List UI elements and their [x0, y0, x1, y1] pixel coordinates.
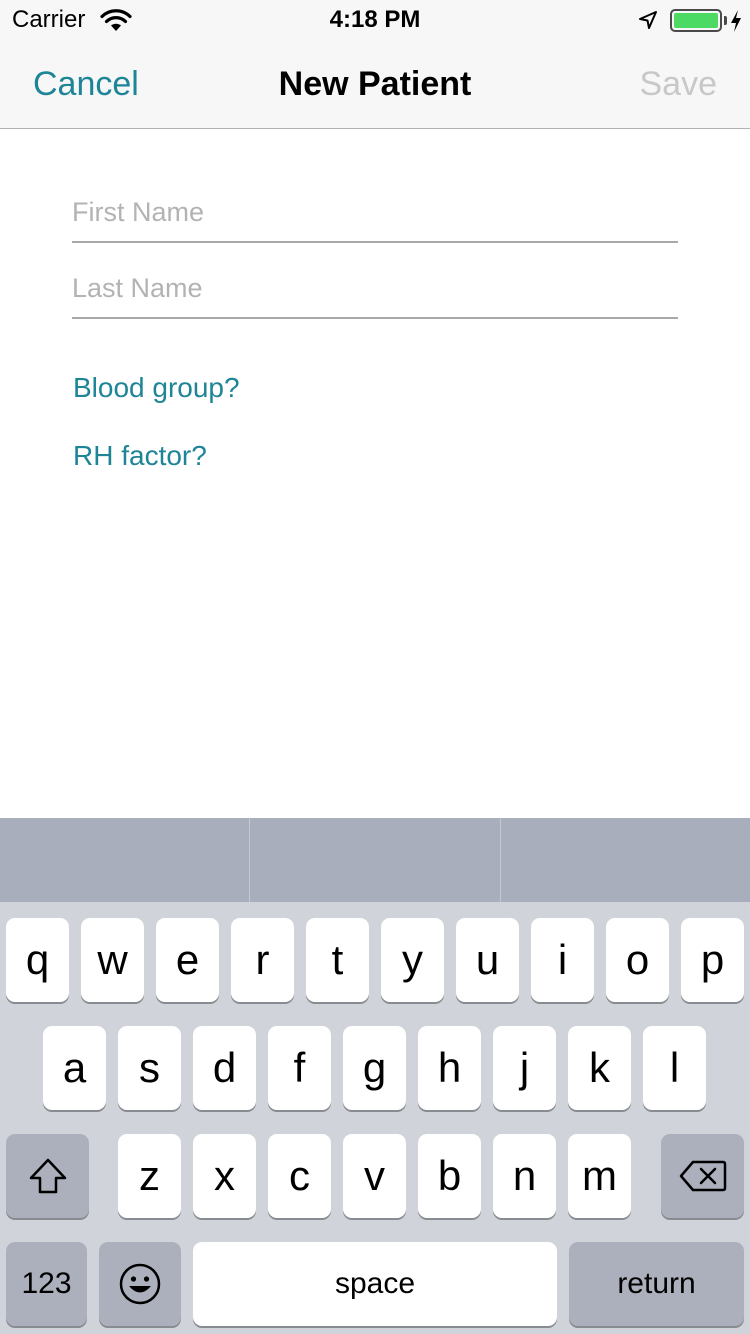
key-i[interactable]: i — [531, 918, 594, 1002]
save-button[interactable]: Save — [640, 65, 718, 104]
shift-icon — [29, 1158, 66, 1194]
battery-level — [674, 13, 718, 28]
key-r[interactable]: r — [231, 918, 294, 1002]
predictive-divider — [249, 818, 250, 902]
predictive-divider — [500, 818, 501, 902]
emoji-key[interactable] — [99, 1242, 181, 1326]
key-u[interactable]: u — [456, 918, 519, 1002]
emoji-icon — [119, 1263, 161, 1305]
key-c[interactable]: c — [268, 1134, 331, 1218]
key-o[interactable]: o — [606, 918, 669, 1002]
key-n[interactable]: n — [493, 1134, 556, 1218]
key-m[interactable]: m — [568, 1134, 631, 1218]
backspace-icon — [679, 1160, 726, 1192]
first-name-field[interactable] — [72, 183, 678, 243]
shift-key[interactable] — [6, 1134, 89, 1218]
key-l[interactable]: l — [643, 1026, 706, 1110]
battery-icon — [670, 9, 722, 32]
numbers-key[interactable]: 123 — [6, 1242, 87, 1326]
navigation-bar: Cancel New Patient Save — [0, 40, 750, 129]
status-bar: Carrier 4:18 PM — [0, 0, 750, 40]
return-key[interactable]: return — [569, 1242, 744, 1326]
key-j[interactable]: j — [493, 1026, 556, 1110]
key-a[interactable]: a — [43, 1026, 106, 1110]
rh-factor-button[interactable]: RH factor? — [73, 440, 207, 472]
key-p[interactable]: p — [681, 918, 744, 1002]
key-x[interactable]: x — [193, 1134, 256, 1218]
predictive-bar — [0, 818, 750, 902]
key-e[interactable]: e — [156, 918, 219, 1002]
location-arrow-icon — [639, 11, 657, 29]
last-name-field[interactable] — [72, 259, 678, 319]
key-k[interactable]: k — [568, 1026, 631, 1110]
key-z[interactable]: z — [118, 1134, 181, 1218]
battery-tip — [724, 16, 727, 25]
key-t[interactable]: t — [306, 918, 369, 1002]
key-w[interactable]: w — [81, 918, 144, 1002]
key-s[interactable]: s — [118, 1026, 181, 1110]
key-v[interactable]: v — [343, 1134, 406, 1218]
key-q[interactable]: q — [6, 918, 69, 1002]
page-title: New Patient — [278, 65, 472, 103]
key-g[interactable]: g — [343, 1026, 406, 1110]
key-h[interactable]: h — [418, 1026, 481, 1110]
keyboard: q w e r t y u i o p a s d f g h j k l z … — [0, 818, 750, 1334]
charging-bolt-icon — [731, 10, 741, 32]
first-name-input[interactable] — [72, 183, 678, 241]
last-name-input[interactable] — [72, 259, 678, 317]
space-key[interactable]: space — [193, 1242, 557, 1326]
key-b[interactable]: b — [418, 1134, 481, 1218]
key-f[interactable]: f — [268, 1026, 331, 1110]
backspace-key[interactable] — [661, 1134, 744, 1218]
key-d[interactable]: d — [193, 1026, 256, 1110]
key-y[interactable]: y — [381, 918, 444, 1002]
blood-group-button[interactable]: Blood group? — [73, 372, 240, 404]
